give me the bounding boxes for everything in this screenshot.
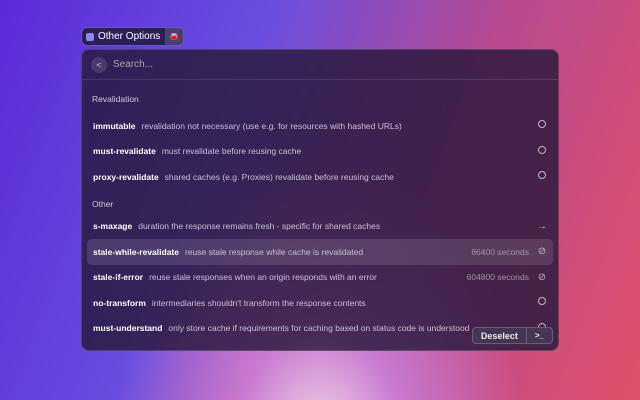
item-description: revalidation not necessary (use e.g. for…: [141, 120, 402, 131]
list-item[interactable]: no-transform intermediaries shouldn't tr…: [87, 290, 553, 316]
chip-label: Other Options: [98, 31, 161, 42]
deselect-button[interactable]: Deselect: [473, 328, 526, 343]
item-description: duration the response remains fresh - sp…: [138, 221, 381, 232]
car-icon[interactable]: 🚘: [165, 28, 184, 45]
search-input[interactable]: [113, 59, 245, 70]
item-value: 604800 seconds: [466, 272, 529, 283]
circle-icon: [537, 145, 547, 157]
action-bar: Deselect >_: [471, 327, 553, 344]
terminal-button[interactable]: >_: [525, 328, 552, 343]
circle-icon: [537, 297, 547, 308]
list-item[interactable]: stale-if-error reuse stale responses whe…: [87, 265, 553, 291]
search-bar: <: [82, 50, 558, 80]
list-item[interactable]: s-maxage duration the response remains f…: [87, 214, 553, 240]
circle-icon: [537, 120, 547, 131]
options-panel: < Revalidation immutable revalidation not…: [81, 49, 559, 351]
item-name: must-revalidate: [93, 146, 156, 157]
back-button[interactable]: <: [91, 56, 107, 73]
item-name: stale-if-error: [93, 272, 144, 283]
section-header: Other: [92, 198, 114, 209]
item-description: reuse stale response while cache is reva…: [184, 246, 364, 257]
item-value: 86400 seconds: [471, 246, 529, 257]
item-name: immutable: [93, 120, 136, 131]
list-item[interactable]: stale-while-revalidate reuse stale respo…: [87, 239, 553, 265]
item-name: proxy-revalidate: [93, 171, 159, 182]
list-item[interactable]: proxy-revalidate shared caches (e.g. Pro…: [87, 164, 553, 190]
item-name: stale-while-revalidate: [93, 246, 179, 257]
item-description: reuse stale responses when an origin res…: [149, 272, 377, 283]
check-circle-icon: ⊘: [537, 271, 547, 283]
breadcrumb-chip[interactable]: Other Options 🚘: [81, 27, 185, 46]
arrow-right-icon: →: [537, 220, 547, 232]
item-description: intermediaries shouldn't transform the r…: [151, 297, 366, 308]
check-circle-icon: ⊘: [537, 246, 547, 258]
item-name: s-maxage: [93, 221, 133, 232]
item-name: must-understand: [93, 323, 163, 334]
item-description: must revalidate before reusing cache: [161, 146, 302, 157]
item-name: no-transform: [93, 297, 146, 308]
app-icon: [86, 32, 94, 41]
item-description: shared caches (e.g. Proxies) revalidate …: [164, 171, 394, 182]
section-header: Revalidation: [92, 94, 139, 104]
list-item[interactable]: must-revalidate must revalidate before r…: [87, 139, 553, 165]
list-item[interactable]: immutable revalidation not necessary (us…: [87, 113, 553, 139]
circle-icon: [537, 171, 547, 182]
